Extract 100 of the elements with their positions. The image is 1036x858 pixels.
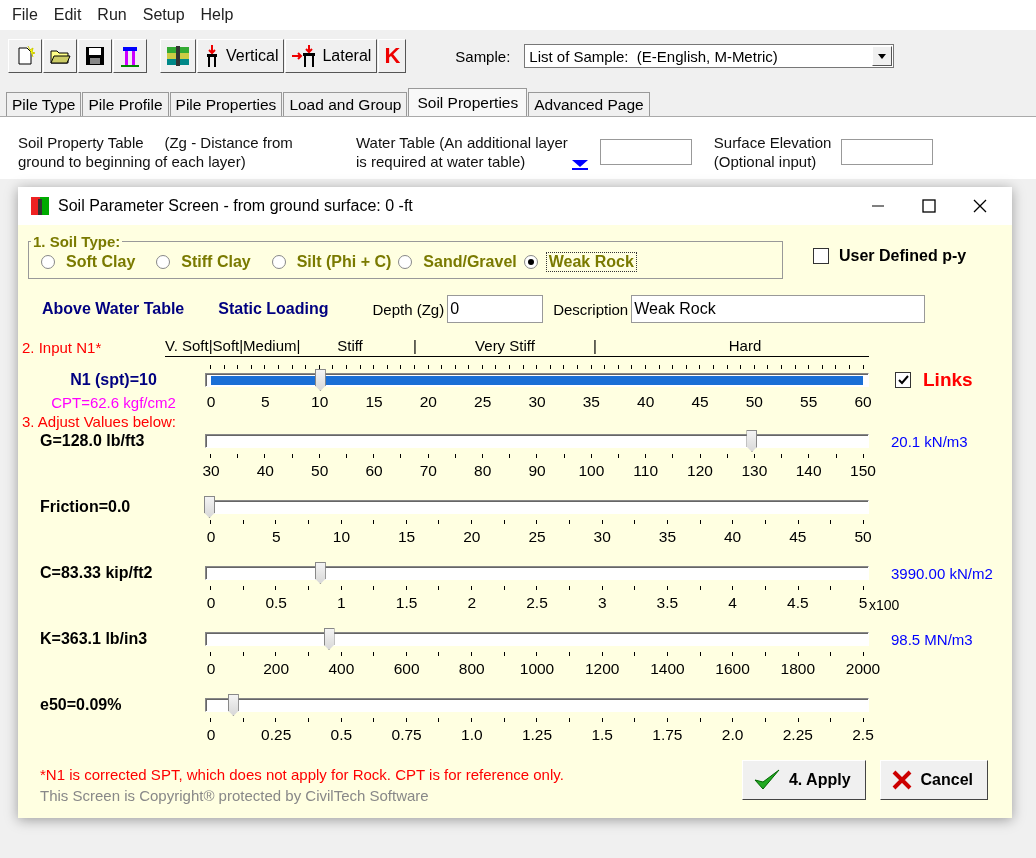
tick-label: 5 [271,528,281,546]
depth-label: Depth (Zg) [372,300,445,318]
slider-thumb[interactable] [314,369,326,391]
tab[interactable]: Soil Properties [408,88,528,116]
description-input[interactable]: Weak Rock [631,295,926,323]
toolbar-button[interactable]: K [378,39,407,73]
tick-label: 1.75 [652,726,683,744]
slider-thumb[interactable] [204,496,215,518]
tick-label: 1.25 [521,726,553,744]
tab[interactable]: Load and Group [283,92,408,116]
save-icon [84,45,106,67]
surface-elevation-input[interactable] [841,139,934,165]
soil-layers-icon [166,45,190,67]
tick-label: 30 [593,528,611,546]
tick-label: 0.75 [391,726,422,744]
tick-label: 2.5 [526,594,548,612]
soil-table-note: Soil Property Table (Zg - Distance from ground to beginning of each layer) [18,133,294,171]
scale-multiplier: x100 [869,597,900,613]
tick-label: 50 [311,462,329,480]
tick-label: 45 [789,528,807,546]
tick-label: 15 [365,393,383,411]
tick-label: 1.5 [395,594,418,612]
toolbar-icon-button[interactable] [8,39,42,73]
tick-label: 1200 [584,660,620,678]
tick-label: 50 [854,528,872,546]
value-slider[interactable] [205,628,869,650]
tick-label: 3 [597,594,607,612]
slider-thumb[interactable] [314,562,326,584]
slider-thumb[interactable] [227,694,239,716]
checkmark-icon [752,768,781,792]
adjust-heading: 3. Adjust Values below: [21,413,176,430]
links-checkbox[interactable]: Links [895,369,1012,391]
toolbar-icon-button[interactable] [160,39,196,73]
tick-label: 2.5 [852,726,874,744]
slider-thumb[interactable] [746,430,758,452]
copyright-text: This Screen is Copyright® protected by CivilTech Software [40,787,430,804]
tab[interactable]: Pile Type [6,92,82,116]
tick-label: 600 [393,660,420,678]
tick-label: 5 [261,393,270,411]
lateral-load-icon [291,44,318,68]
tick-label: 2 [467,594,477,612]
sample-label: Sample: [455,47,511,65]
tick-label: 40 [256,462,274,480]
tick-label: 0 [206,594,216,612]
menu-item[interactable]: Run [89,6,135,24]
slider-label: Friction=0.0 [39,498,131,516]
depth-input[interactable]: 0 [447,295,544,323]
tab[interactable]: Pile Profile [82,92,169,116]
value-slider[interactable] [205,430,869,452]
soil-type-radio[interactable]: Silt (Phi + C) [271,252,395,272]
water-table-input[interactable] [599,139,692,165]
soil-type-radio[interactable]: Stiff Clay [156,252,254,272]
surface-elevation-note: Surface Elevation (Optional input) [713,133,832,171]
value-slider[interactable] [205,562,869,584]
tick-label: 130 [741,462,768,480]
water-table-note: Water Table (An additional layer is required at water table) [356,133,568,171]
toolbar-icon-button[interactable] [78,39,112,73]
tick-label: 0 [206,726,216,744]
close-icon[interactable] [972,198,988,214]
menu-item[interactable]: Help [192,6,242,24]
checkmark-icon [897,374,909,386]
slider-label: K=363.1 lb/in3 [39,630,148,648]
tab[interactable]: Pile Properties [169,92,283,116]
slider-label: G=128.0 lb/ft3 [39,432,145,450]
soil-type-radio[interactable]: Sand/Gravel [398,252,520,272]
soil-type-radio[interactable]: Soft Clay [41,252,139,272]
consistency-scale: V. Soft|Soft|Medium| Stiff | Very Stiff | Hard [165,337,869,357]
menu-item[interactable]: File [4,6,46,24]
slider-thumb[interactable] [323,628,335,650]
n1-label: N1 (spt)=10 [69,371,157,389]
value-slider[interactable] [205,496,869,518]
tick-label: 5 [858,594,868,612]
toolbar-icon-button[interactable] [43,39,77,73]
toolbar-button[interactable]: Vertical [197,39,285,73]
maximize-icon[interactable] [921,198,937,214]
toolbar-button[interactable]: Lateral [285,39,378,73]
n1-slider[interactable] [205,369,869,391]
tick-label: 2.25 [782,726,813,744]
tick-label: 1800 [780,660,816,678]
tick-label: 1.5 [591,726,613,744]
cancel-button[interactable]: Cancel [879,760,988,800]
converted-reading: 3990.00 kN/m2 [890,564,994,582]
value-slider[interactable] [205,694,869,716]
slider-label: C=83.33 kip/ft2 [39,564,153,582]
menu-item[interactable]: Setup [134,6,193,24]
tick-label: 30 [528,393,546,411]
tick-label: 1 [337,594,346,612]
apply-button[interactable]: 4. Apply [741,760,866,800]
tick-label: 800 [458,660,485,678]
menu-item[interactable]: Edit [45,6,90,24]
tab[interactable]: Advanced Page [528,92,650,116]
sample-dropdown[interactable]: List of Sample: (E-English, M-Metric) [524,44,895,68]
tick-label: 45 [691,393,709,411]
converted-reading: 98.5 MN/m3 [890,630,974,648]
toolbar-icon-button[interactable] [113,39,147,73]
user-defined-checkbox[interactable]: User Defined p-y [813,247,967,265]
tick-label: 0.25 [261,726,292,744]
water-level-icon [569,159,590,171]
tick-label: 0 [206,393,216,411]
tick-label: 1400 [650,660,685,678]
